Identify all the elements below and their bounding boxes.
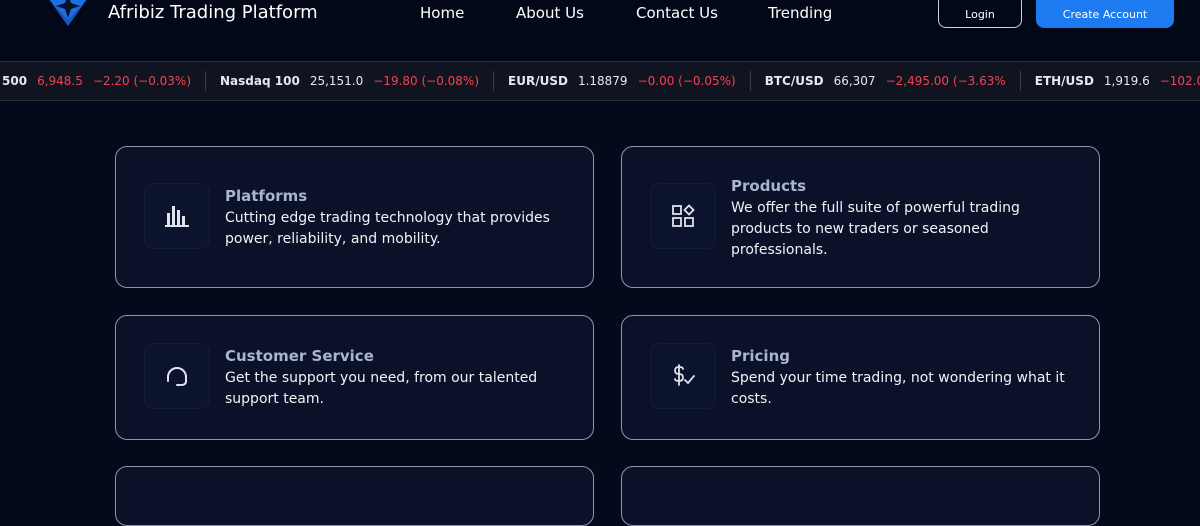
create-account-button[interactable]: Create Account	[1036, 0, 1174, 28]
ticker-change: −102.00 (−5.05%)	[1159, 74, 1200, 88]
card-description: Spend your time trading, not wondering w…	[731, 370, 1065, 407]
feature-card-platforms[interactable]: Platforms Cutting edge trading technolog…	[115, 146, 594, 288]
nav-home[interactable]: Home	[420, 4, 464, 22]
ticker-item-nasdaq[interactable]: Nasdaq 100 25,151.0 −19.80 (−0.08%)	[206, 71, 495, 91]
ticker-symbol: ETH/USD	[1034, 74, 1094, 88]
ticker-symbol: Nasdaq 100	[220, 74, 300, 88]
card-title: Products	[731, 177, 807, 195]
nav-trending[interactable]: Trending	[768, 4, 832, 22]
top-nav: Afribiz Trading Platform Home About Us C…	[0, 0, 1200, 60]
card-title: Platforms	[225, 187, 308, 205]
feature-card-customer-service[interactable]: Customer Service Get the support you nee…	[115, 315, 594, 440]
ticker-price: 66,307	[833, 74, 876, 88]
market-ticker[interactable]: 500 6,948.5 −2.20 (−0.03%) Nasdaq 100 25…	[0, 61, 1200, 101]
diamond-star-icon[interactable]	[42, 0, 94, 30]
login-button[interactable]: Login	[938, 0, 1022, 28]
headset-icon	[144, 343, 210, 409]
nav-contact-us[interactable]: Contact Us	[636, 4, 718, 22]
ticker-price: 1,919.6	[1103, 74, 1150, 88]
ticker-item-ethusd[interactable]: ETH/USD 1,919.6 −102.00 (−5.05%)	[1021, 71, 1200, 91]
ticker-track: 500 6,948.5 −2.20 (−0.03%) Nasdaq 100 25…	[0, 62, 1200, 100]
ticker-item-eurusd[interactable]: EUR/USD 1.18879 −0.00 (−0.05%)	[494, 71, 751, 91]
ticker-price: 25,151.0	[309, 74, 364, 88]
card-title: Customer Service	[225, 347, 374, 365]
grid-icon	[650, 183, 716, 249]
ticker-item-sp500[interactable]: 500 6,948.5 −2.20 (−0.03%)	[0, 71, 207, 91]
bar-chart-icon	[144, 183, 210, 249]
ticker-change: −19.80 (−0.08%)	[373, 74, 480, 88]
ticker-change: −2,495.00 (−3.63%	[885, 74, 1006, 88]
brand-name[interactable]: Afribiz Trading Platform	[108, 2, 318, 23]
ticker-change: −0.00 (−0.05%)	[637, 74, 736, 88]
card-description: Cutting edge trading technology that pro…	[225, 210, 550, 247]
dollar-check-icon	[650, 343, 716, 409]
ticker-symbol: BTC/USD	[764, 74, 824, 88]
ticker-price: 6,948.5	[37, 74, 83, 88]
card-description: We offer the full suite of powerful trad…	[731, 200, 1020, 258]
feature-card-next-left[interactable]	[115, 466, 594, 526]
feature-card-products[interactable]: Products We offer the full suite of powe…	[621, 146, 1100, 288]
card-description: Get the support you need, from our talen…	[225, 370, 538, 407]
card-title: Pricing	[731, 347, 790, 365]
nav-about-us[interactable]: About Us	[516, 4, 584, 22]
feature-card-next-right[interactable]	[621, 466, 1100, 526]
ticker-change: −2.20 (−0.03%)	[92, 74, 192, 88]
ticker-price: 1.18879	[577, 74, 628, 88]
ticker-symbol: EUR/USD	[508, 74, 568, 88]
feature-card-pricing[interactable]: Pricing Spend your time trading, not won…	[621, 315, 1100, 440]
ticker-symbol: 500	[2, 74, 28, 88]
ticker-item-btcusd[interactable]: BTC/USD 66,307 −2,495.00 (−3.63%	[751, 71, 1021, 91]
